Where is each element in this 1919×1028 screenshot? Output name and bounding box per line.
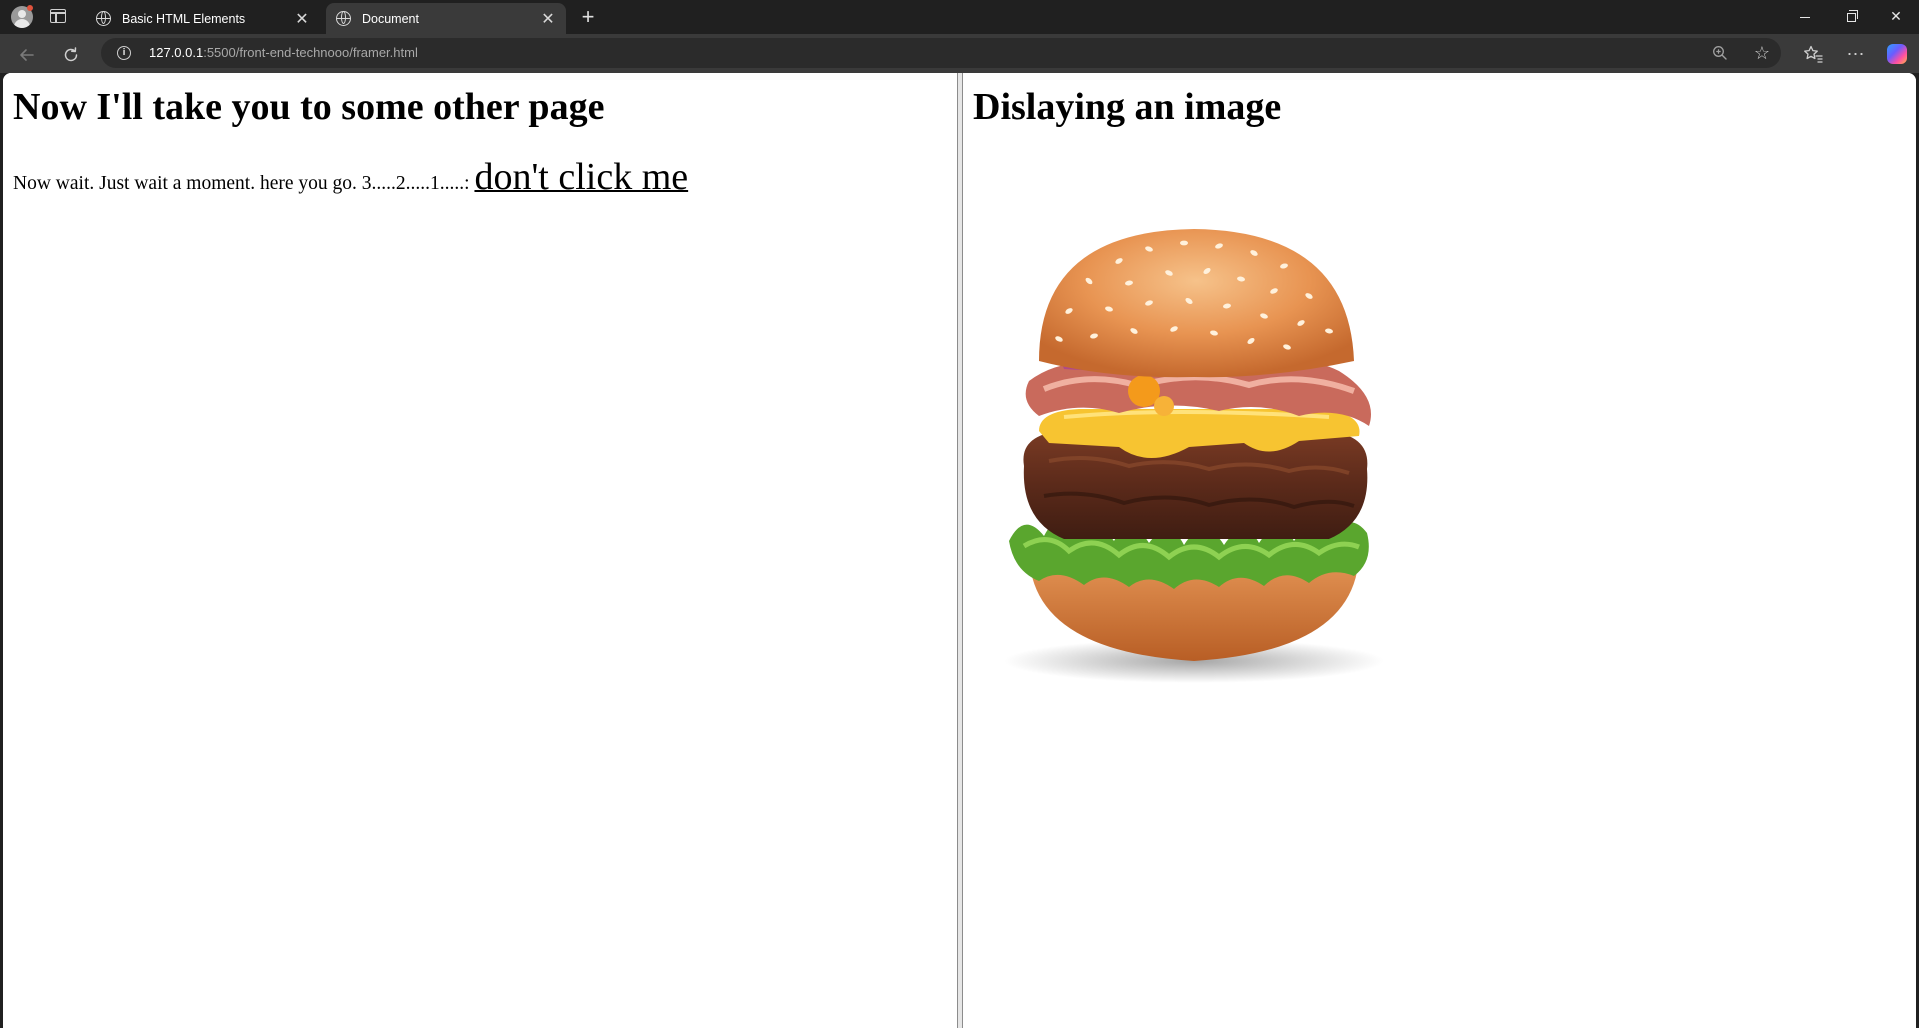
left-frame: Now I'll take you to some other page Now… xyxy=(3,73,957,1028)
tab-title: Basic HTML Elements xyxy=(122,11,246,26)
address-bar[interactable]: i 127.0.0.1:5500/front-end-technooo/fram… xyxy=(101,38,1781,68)
more-icon[interactable]: ⋯ xyxy=(1843,41,1869,67)
browser-window: Basic HTML Elements ✕ Document ✕ + ✕ i 1… xyxy=(0,0,1919,1028)
globe-icon xyxy=(96,11,111,26)
reload-icon[interactable] xyxy=(58,41,84,67)
left-frame-heading: Now I'll take you to some other page xyxy=(13,86,605,128)
close-icon[interactable]: ✕ xyxy=(536,9,560,29)
page-content: Now I'll take you to some other page Now… xyxy=(3,73,1916,1028)
restore-icon xyxy=(1846,9,1858,22)
favorites-icon[interactable] xyxy=(1800,41,1826,67)
url-path: :5500/front-end-technooo/framer.html xyxy=(203,45,418,60)
left-frame-paragraph: Now wait. Just wait a moment. here you g… xyxy=(13,155,688,199)
tab-actions-icon[interactable] xyxy=(50,9,66,23)
star-icon[interactable]: ☆ xyxy=(1752,42,1772,63)
copilot-logo xyxy=(1887,43,1907,64)
tab-document[interactable]: Document ✕ xyxy=(326,3,566,34)
url-text[interactable]: 127.0.0.1:5500/front-end-technooo/framer… xyxy=(149,45,418,60)
right-frame: Dislaying an image xyxy=(963,73,1916,1028)
right-frame-heading: Dislaying an image xyxy=(973,86,1282,128)
close-icon[interactable]: ✕ xyxy=(290,9,314,29)
minimize-button[interactable] xyxy=(1782,0,1828,34)
arrow-left-icon[interactable] xyxy=(14,41,40,67)
plus-icon[interactable]: + xyxy=(578,5,598,29)
tab-title: Document xyxy=(362,11,419,26)
notification-dot xyxy=(27,5,33,11)
close-window-button[interactable]: ✕ xyxy=(1873,0,1919,34)
restore-button[interactable] xyxy=(1828,0,1874,34)
burger-image xyxy=(969,221,1449,701)
countdown-text: Now wait. Just wait a moment. here you g… xyxy=(13,173,475,194)
globe-icon xyxy=(336,11,351,26)
info-icon[interactable]: i xyxy=(117,46,131,60)
copilot-icon[interactable] xyxy=(1884,41,1910,67)
dont-click-me-link[interactable]: don't click me xyxy=(474,156,688,198)
minimize-icon xyxy=(1800,16,1810,18)
toolbar: i 127.0.0.1:5500/front-end-technooo/fram… xyxy=(0,34,1919,73)
tab-bar: Basic HTML Elements ✕ Document ✕ + ✕ xyxy=(0,0,1919,34)
zoom-icon[interactable] xyxy=(1712,45,1728,61)
tab-basic-html-elements[interactable]: Basic HTML Elements ✕ xyxy=(86,3,320,34)
url-host: 127.0.0.1 xyxy=(149,45,204,60)
